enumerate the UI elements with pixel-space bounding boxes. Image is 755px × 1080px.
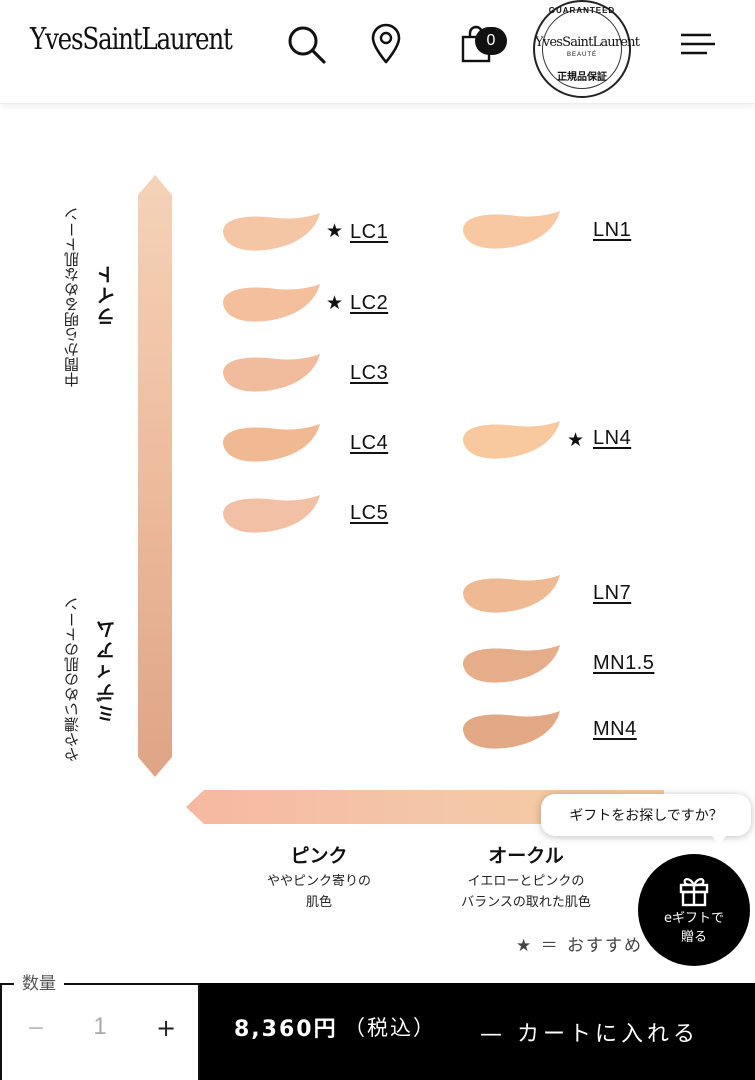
shade-swatch-ln1[interactable] — [457, 208, 561, 254]
ochre-tone-description-line2: バランスの取れた肌色 — [461, 895, 591, 910]
guarantee-sub-text: BEAUTÉ — [566, 52, 597, 58]
quantity-label: 数量 — [14, 969, 64, 994]
shade-swatch-lc2[interactable] — [217, 281, 321, 327]
pink-tone-description-line1: ややピンク寄りの — [266, 874, 371, 889]
swatch-stroke — [223, 354, 320, 392]
shade-swatch-mn4[interactable] — [457, 708, 561, 754]
light-tone-description: 中間から明るめな肌トーン — [63, 207, 81, 387]
egift-label-line2: 贈る — [680, 930, 707, 945]
site-header: YvesSaintLaurent 0 GUARANTEED YvesSaintL… — [0, 0, 755, 104]
shade-link-ln4[interactable]: LN4 — [593, 427, 631, 450]
swatch-stroke — [223, 495, 320, 533]
ochre-tone-description: イエローとピンクの バランスの取れた肌色 — [426, 871, 626, 913]
swatch-stroke — [223, 424, 320, 462]
add-to-cart-button[interactable]: 8,360円 （税込） — カートに入れる — [200, 983, 755, 1080]
swatch-stroke — [463, 645, 560, 683]
shade-swatch-lc3[interactable] — [217, 351, 321, 397]
search-icon — [288, 26, 326, 64]
pink-tone-title: ピンク — [290, 845, 348, 867]
quantity-increase-button[interactable]: + — [152, 1014, 180, 1042]
swatch-stroke — [223, 213, 320, 251]
recommended-star-icon: ★ — [326, 292, 344, 314]
shade-swatch-lc4[interactable] — [217, 421, 321, 467]
add-to-cart-label: — カートに入れる — [480, 1022, 699, 1047]
hamburger-menu-icon — [681, 33, 715, 55]
shade-link-mn1-5[interactable]: MN1.5 — [593, 652, 654, 675]
shade-swatch-lc1[interactable] — [217, 210, 321, 256]
shade-link-lc3[interactable]: LC3 — [350, 362, 388, 385]
egift-button[interactable]: eギフトで 贈る — [638, 854, 750, 966]
swatch-stroke — [463, 211, 560, 249]
store-locator-button[interactable] — [364, 22, 408, 66]
tone-depth-arrow — [138, 175, 172, 777]
shade-swatch-lc5[interactable] — [217, 492, 321, 538]
pink-tone-description-line2: 肌色 — [305, 895, 332, 910]
menu-button[interactable] — [676, 22, 720, 66]
shade-swatch-ln7[interactable] — [457, 572, 561, 618]
shade-link-lc5[interactable]: LC5 — [350, 502, 388, 525]
shade-swatch-ln4[interactable] — [457, 418, 561, 464]
shade-link-mn4[interactable]: MN4 — [593, 718, 637, 741]
gift-box-icon — [679, 878, 709, 907]
egift-label-line1: eギフトで — [664, 911, 724, 926]
shade-link-ln7[interactable]: LN7 — [593, 582, 631, 605]
search-button[interactable] — [284, 22, 328, 66]
pink-tone-description: ややピンク寄りの 肌色 — [219, 871, 419, 913]
guarantee-badge: GUARANTEED YvesSaintLaurent BEAUTÉ 正規品保証 — [533, 0, 640, 98]
shade-link-lc2[interactable]: LC2 — [350, 292, 388, 315]
egift-label: eギフトで 贈る — [664, 909, 724, 947]
recommended-legend: ★ ＝ おすすめ — [516, 936, 644, 956]
gift-prompt-bubble[interactable]: ギフトをお探しですか？ — [541, 794, 751, 844]
shade-swatch-mn1-5[interactable] — [457, 642, 561, 688]
location-pin-icon — [371, 23, 401, 64]
shade-link-lc1[interactable]: LC1 — [350, 221, 388, 244]
shade-link-lc4[interactable]: LC4 — [350, 432, 388, 455]
quantity-value[interactable]: 1 — [82, 1013, 118, 1041]
swatch-stroke — [463, 575, 560, 613]
brand-logo[interactable]: YvesSaintLaurent — [30, 22, 233, 57]
light-tone-label: ライト — [96, 263, 118, 326]
shade-link-ln1[interactable]: LN1 — [593, 219, 631, 242]
ochre-tone-title: オークル — [488, 845, 564, 867]
ochre-tone-description-line1: イエローとピンクの — [467, 874, 585, 889]
price: 8,360円 — [234, 1017, 338, 1042]
tax-note: （税込） — [344, 1016, 436, 1040]
swatch-stroke — [463, 421, 560, 459]
cart-count-badge: 0 — [475, 27, 507, 55]
swatch-stroke — [463, 711, 560, 749]
guarantee-bottom-text: 正規品保証 — [557, 72, 607, 83]
recommended-star-icon: ★ — [326, 220, 344, 242]
medium-tone-description: やや濃いめの肌のトーン — [63, 597, 81, 762]
medium-tone-label: ミディアム — [96, 618, 118, 723]
guarantee-top-text: GUARANTEED — [548, 6, 616, 15]
swatch-stroke — [223, 284, 320, 322]
quantity-decrease-button[interactable]: − — [22, 1016, 50, 1041]
recommended-star-icon: ★ — [567, 429, 585, 451]
guarantee-logo: YvesSaintLaurent — [535, 35, 640, 50]
